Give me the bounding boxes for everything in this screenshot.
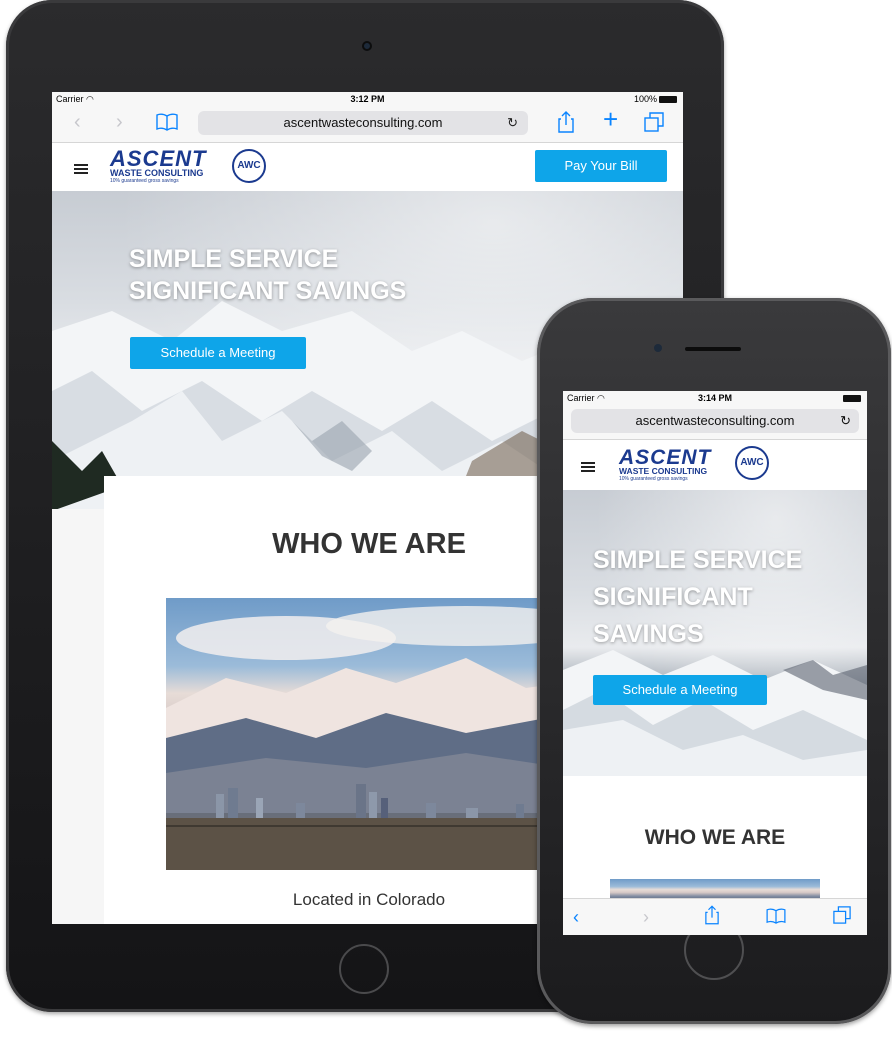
logo-badge: AWC [735, 446, 769, 480]
address-bar[interactable]: ascentwasteconsulting.com ↻ [198, 111, 528, 135]
menu-icon[interactable] [74, 162, 88, 176]
forward-icon[interactable]: › [116, 112, 123, 132]
who-we-are-section: WHO WE ARE [563, 776, 867, 909]
phone-speaker [685, 347, 741, 351]
tablet-camera [362, 41, 372, 51]
hero-line-3: SAVINGS [593, 620, 704, 648]
phone-screen: Carrier ◠ 3:14 PM ascentwasteconsulting.… [563, 391, 867, 935]
phone-browser-bar: ascentwasteconsulting.com ↻ [563, 405, 867, 440]
site-logo[interactable]: ASCENT WASTE CONSULTING 10% guaranteed g… [619, 446, 779, 484]
back-icon[interactable]: ‹ [573, 907, 579, 927]
tablet-home-button[interactable] [339, 944, 389, 994]
battery-icon [843, 395, 861, 402]
tablet-site-header: ASCENT WASTE CONSULTING 10% guaranteed g… [52, 143, 683, 191]
forward-icon[interactable]: › [643, 907, 649, 927]
battery-indicator: 100% [634, 94, 677, 104]
address-bar[interactable]: ascentwasteconsulting.com ↻ [571, 409, 859, 433]
schedule-meeting-button[interactable]: Schedule a Meeting [593, 675, 767, 705]
url-text: ascentwasteconsulting.com [283, 115, 443, 130]
url-text: ascentwasteconsulting.com [635, 413, 795, 428]
menu-icon[interactable] [581, 460, 595, 474]
schedule-meeting-button[interactable]: Schedule a Meeting [130, 337, 306, 369]
phone-device: Carrier ◠ 3:14 PM ascentwasteconsulting.… [537, 298, 891, 1024]
battery-indicator [841, 393, 861, 403]
pay-bill-button[interactable]: Pay Your Bill [535, 150, 667, 182]
hero-line-1: SIMPLE SERVICE [593, 546, 803, 574]
reload-icon[interactable]: ↻ [840, 409, 851, 433]
hero-headline: SIMPLE SERVICE SIGNIFICANT SAVINGS [129, 243, 406, 307]
hero-headline: SIMPLE SERVICE SIGNIFICANT SAVINGS [593, 542, 802, 653]
reload-icon[interactable]: ↻ [507, 111, 518, 135]
status-time: 3:14 PM [697, 393, 732, 403]
new-tab-icon[interactable]: + [603, 106, 618, 132]
logo-badge: AWC [232, 149, 266, 183]
phone-site-header: ASCENT WASTE CONSULTING 10% guaranteed g… [563, 440, 867, 490]
tabs-icon[interactable] [833, 906, 851, 928]
bookmarks-icon[interactable] [156, 113, 178, 137]
hero-line-2: SIGNIFICANT SAVINGS [129, 277, 407, 305]
back-icon[interactable]: ‹ [74, 112, 81, 132]
share-icon[interactable] [705, 905, 719, 929]
tabs-icon[interactable] [644, 112, 664, 136]
phone-status-bar: Carrier ◠ 3:14 PM [563, 391, 867, 405]
status-time: 3:12 PM [350, 94, 385, 104]
site-logo[interactable]: ASCENT WASTE CONSULTING 10% guaranteed g… [110, 148, 270, 185]
tablet-status-bar: Carrier ◠ 3:12 PM 100% [52, 92, 683, 106]
hero-line-1: SIMPLE SERVICE [129, 245, 339, 273]
section-title: WHO WE ARE [644, 826, 786, 849]
phone-hero: SIMPLE SERVICE SIGNIFICANT SAVINGS Sched… [563, 490, 867, 776]
share-icon[interactable] [558, 111, 574, 137]
phone-camera [654, 344, 662, 352]
bookmarks-icon[interactable] [766, 908, 786, 928]
battery-icon [659, 96, 677, 103]
phone-browser-toolbar: ‹ › [563, 898, 867, 935]
hero-line-2: SIGNIFICANT [593, 583, 753, 611]
tablet-browser-toolbar: ‹ › ascentwasteconsulting.com ↻ + [52, 106, 683, 143]
